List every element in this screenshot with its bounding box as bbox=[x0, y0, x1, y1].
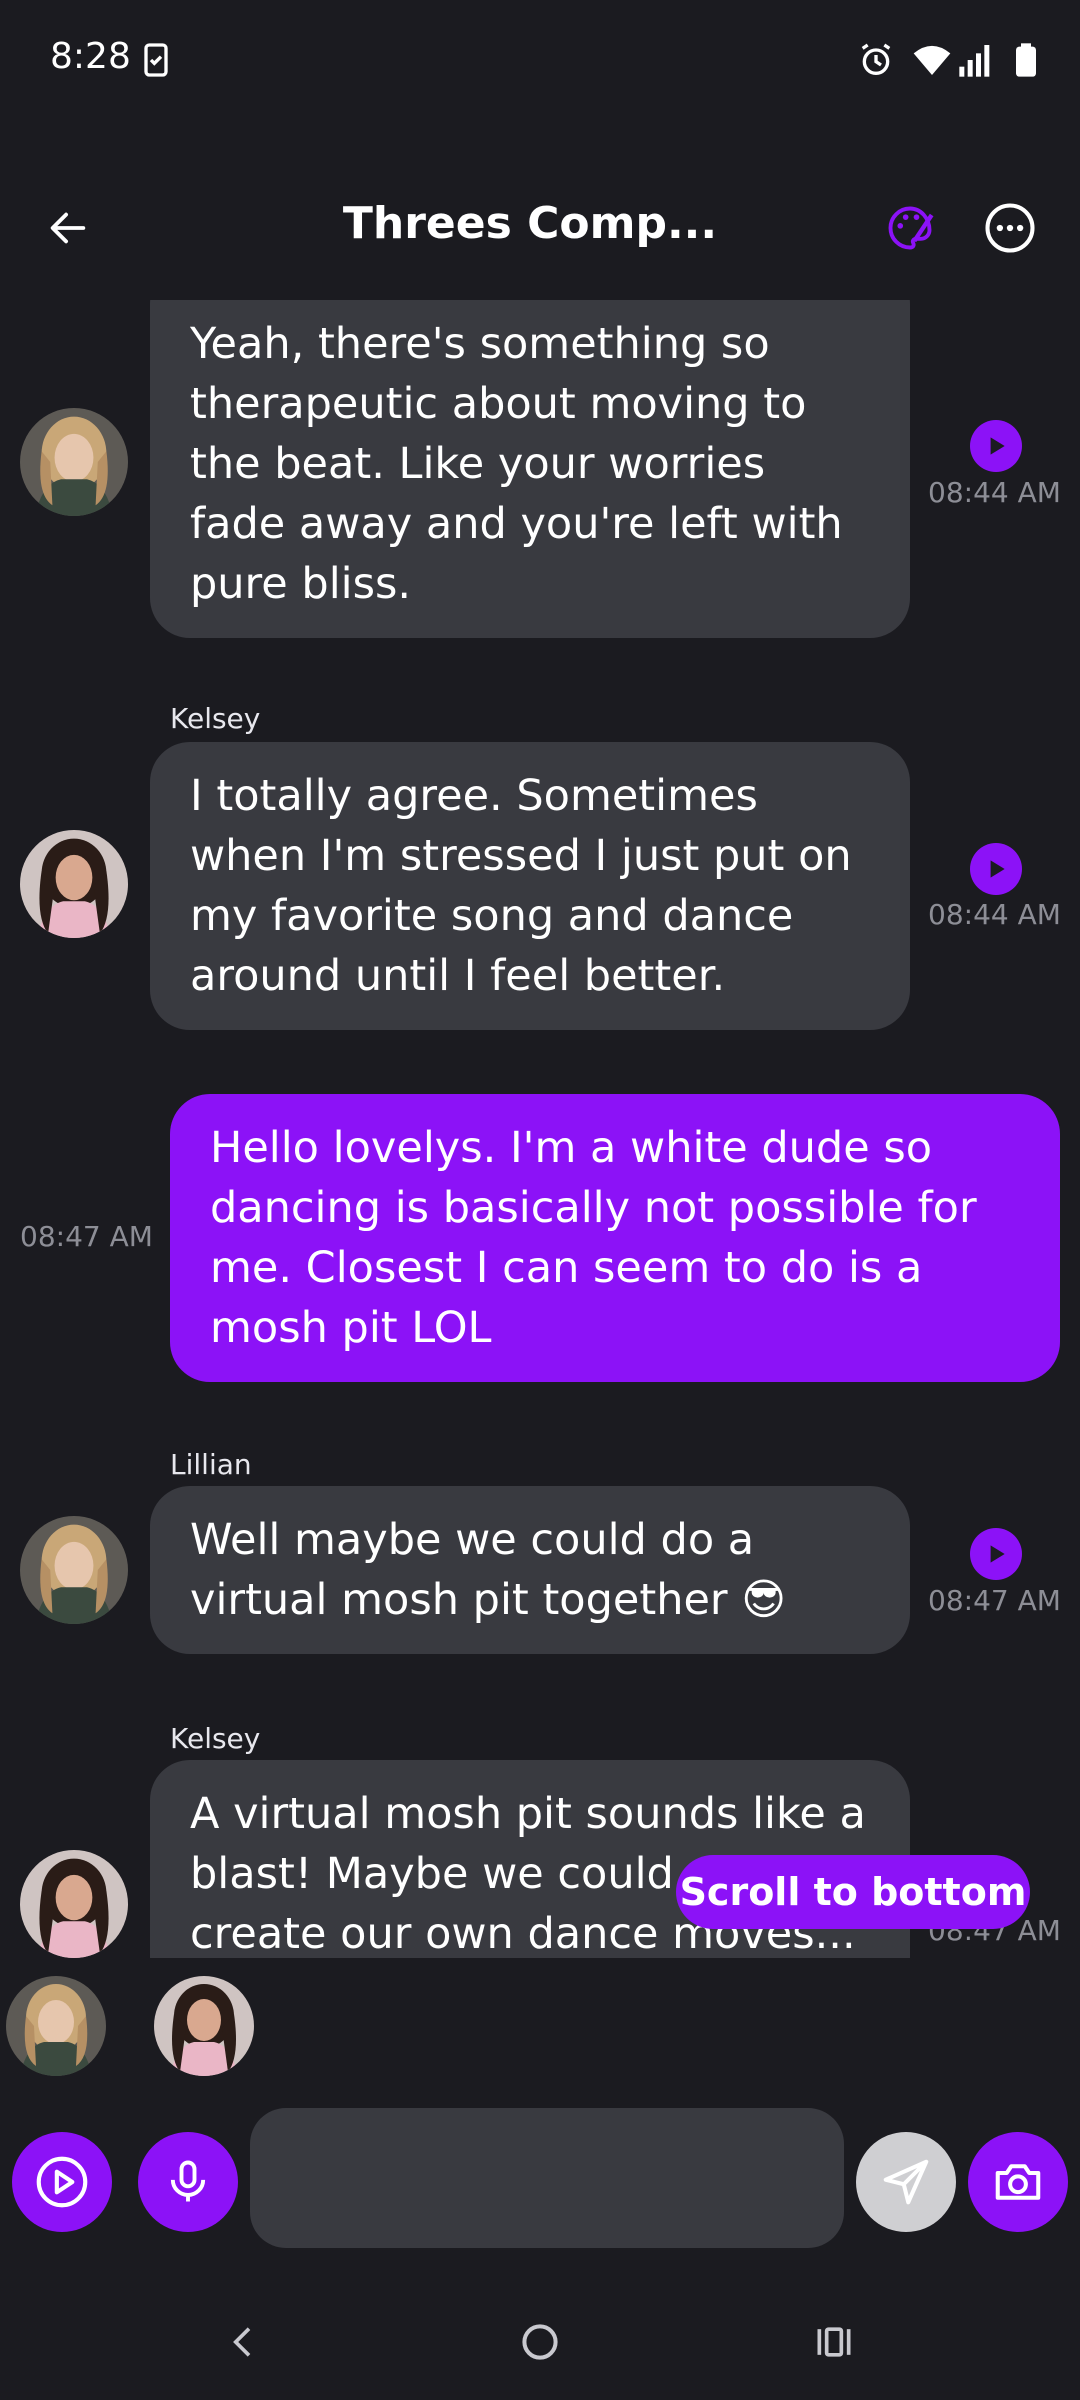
system-nav-bar bbox=[0, 2270, 1080, 2400]
camera-icon bbox=[995, 2164, 1041, 2200]
microphone-button[interactable] bbox=[138, 2132, 238, 2232]
nav-home-icon bbox=[522, 2324, 558, 2360]
avatar-lillian[interactable] bbox=[20, 408, 128, 516]
participant-lillian[interactable] bbox=[6, 1976, 106, 2076]
play-voice-button[interactable] bbox=[970, 420, 1022, 472]
more-options-icon bbox=[985, 203, 1035, 253]
play-icon bbox=[990, 437, 1005, 455]
chat-messages[interactable]: Yeah, there's something so therapeutic a… bbox=[0, 300, 1080, 1958]
avatar-kelsey[interactable] bbox=[20, 1850, 128, 1958]
message-bubble[interactable]: Yeah, there's something so therapeutic a… bbox=[150, 300, 910, 638]
message-time: 08:44 AM bbox=[928, 898, 1061, 931]
message-input[interactable] bbox=[250, 2108, 844, 2248]
participant-kelsey[interactable] bbox=[154, 1976, 254, 2076]
avatar-kelsey[interactable] bbox=[20, 830, 128, 938]
microphone-icon bbox=[170, 2160, 206, 2202]
send-icon bbox=[883, 2159, 929, 2205]
play-voice-button[interactable] bbox=[970, 1528, 1022, 1580]
nav-recents-button[interactable] bbox=[802, 2310, 866, 2374]
play-voice-button[interactable] bbox=[970, 843, 1022, 895]
signal-icon bbox=[956, 40, 996, 80]
nav-back-icon bbox=[233, 2327, 251, 2357]
play-icon bbox=[990, 860, 1005, 878]
alarm-icon bbox=[856, 40, 896, 80]
play-icon bbox=[990, 1545, 1005, 1563]
camera-button[interactable] bbox=[968, 2132, 1068, 2232]
sender-name: Kelsey bbox=[170, 702, 261, 735]
wifi-icon bbox=[912, 40, 952, 80]
own-message-bubble[interactable]: Hello lovelys. I'm a white dude so danci… bbox=[170, 1094, 1060, 1382]
more-options-button[interactable] bbox=[978, 196, 1042, 260]
palette-icon bbox=[888, 206, 934, 250]
message-time: 08:47 AM bbox=[928, 1584, 1061, 1617]
message-bubble[interactable]: Well maybe we could do a virtual mosh pi… bbox=[150, 1486, 910, 1654]
battery-icon bbox=[1006, 40, 1046, 80]
avatar-lillian[interactable] bbox=[20, 1516, 128, 1624]
back-arrow-icon bbox=[50, 212, 86, 244]
play-icon bbox=[36, 2156, 88, 2208]
message-time: 08:47 AM bbox=[20, 1220, 153, 1253]
sender-name: Lillian bbox=[170, 1448, 252, 1481]
scroll-to-bottom-button[interactable]: Scroll to bottom bbox=[676, 1855, 1030, 1929]
voice-play-button[interactable] bbox=[12, 2132, 112, 2232]
theme-button[interactable] bbox=[878, 196, 942, 260]
status-time: 8:28 bbox=[50, 36, 131, 77]
nav-recents-icon bbox=[817, 2327, 851, 2357]
send-button[interactable] bbox=[856, 2132, 956, 2232]
nav-home-button[interactable] bbox=[508, 2310, 572, 2374]
back-button[interactable] bbox=[36, 196, 100, 260]
clipboard-icon bbox=[136, 40, 176, 80]
sender-name: Kelsey bbox=[170, 1722, 261, 1755]
message-time: 08:44 AM bbox=[928, 476, 1061, 509]
nav-back-button[interactable] bbox=[212, 2310, 276, 2374]
message-bubble[interactable]: I totally agree. Sometimes when I'm stre… bbox=[150, 742, 910, 1030]
chat-title: Threes Comp... bbox=[342, 198, 718, 249]
